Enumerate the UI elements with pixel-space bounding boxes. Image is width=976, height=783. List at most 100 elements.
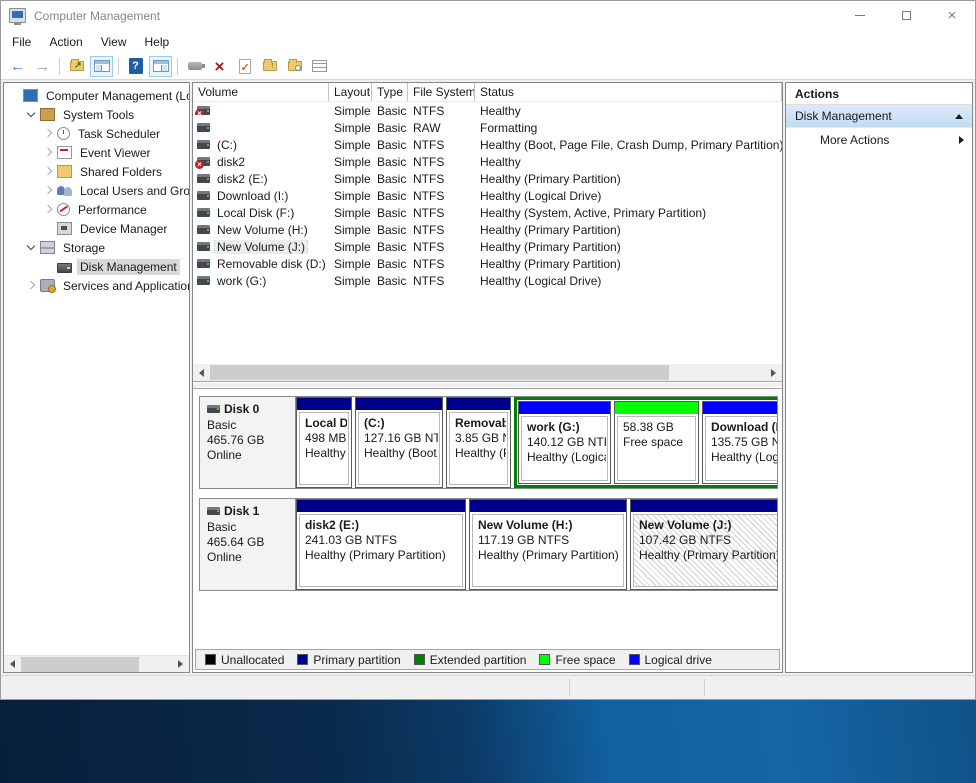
- explore-button[interactable]: [283, 56, 306, 77]
- volume-list-horizontal-scrollbar[interactable]: [193, 364, 782, 381]
- volume-name-cell: New Volume (J:): [193, 240, 329, 254]
- tree-item-label: Event Viewer: [77, 145, 153, 161]
- forward-button[interactable]: →: [31, 56, 54, 77]
- tree-item-computer-management-local[interactable]: Computer Management (Local: [4, 86, 189, 105]
- tree-item-disk-management[interactable]: Disk Management: [4, 257, 189, 276]
- actions-group-disk-management[interactable]: Disk Management: [786, 105, 972, 128]
- volume-row-new-volume-h[interactable]: New Volume (H:)SimpleBasicNTFSHealthy (P…: [193, 221, 782, 238]
- main-area: Computer Management (LocalSystem ToolsTa…: [1, 80, 975, 675]
- tree-item-device-manager[interactable]: Device Manager: [4, 219, 189, 238]
- column-header-volume[interactable]: Volume: [193, 83, 329, 101]
- chevron-right-icon[interactable]: [43, 166, 54, 177]
- legend-swatch: [629, 654, 640, 665]
- legend-item-logical-drive: Logical drive: [629, 653, 712, 667]
- volume-row-item[interactable]: SimpleBasicNTFSHealthy: [193, 102, 782, 119]
- volume-fs-cell: NTFS: [408, 274, 475, 288]
- menu-view[interactable]: View: [92, 32, 136, 52]
- scroll-left-icon[interactable]: [4, 656, 21, 673]
- action-pane-toggle-button[interactable]: [149, 56, 172, 77]
- partition-cell-removable-disk-d[interactable]: Removable disk (D:)3.85 GB NTFSHealthy (…: [446, 397, 511, 488]
- help-button[interactable]: ?: [124, 56, 147, 77]
- column-header-type[interactable]: Type: [372, 83, 408, 101]
- actions-header: Actions: [786, 83, 972, 105]
- menu-help[interactable]: Help: [136, 32, 179, 52]
- scrollbar-thumb[interactable]: [21, 657, 139, 672]
- console-tree-icon: [94, 60, 110, 72]
- export-list-button[interactable]: ↗: [65, 56, 88, 77]
- disk-header-disk-1[interactable]: Disk 1Basic465.64 GBOnline: [200, 499, 296, 590]
- volume-layout-cell: Simple: [329, 223, 372, 237]
- menu-action[interactable]: Action: [40, 32, 91, 52]
- performance-icon: [57, 203, 70, 216]
- more-actions-item[interactable]: More Actions: [786, 128, 972, 152]
- partitions-strip: disk2 (E:)241.03 GB NTFSHealthy (Primary…: [296, 499, 777, 590]
- open-button[interactable]: ↑: [258, 56, 281, 77]
- scroll-right-icon[interactable]: [172, 656, 189, 673]
- partition-cell-disk2-e[interactable]: disk2 (E:)241.03 GB NTFSHealthy (Primary…: [296, 499, 466, 590]
- partition-cell-item[interactable]: 58.38 GBFree space: [614, 401, 699, 484]
- tree-item-task-scheduler[interactable]: Task Scheduler: [4, 124, 189, 143]
- disk-error-icon: [197, 157, 210, 166]
- tree-item-local-users-and-groups[interactable]: Local Users and Groups: [4, 181, 189, 200]
- attach-vhd-button[interactable]: [183, 56, 206, 77]
- partition-status: Healthy (Logical Drive): [527, 450, 606, 465]
- console-tree: Computer Management (LocalSystem ToolsTa…: [4, 83, 189, 655]
- console-tree-toggle-button[interactable]: [90, 56, 113, 77]
- partition-info: Local Disk (F:)498 MB NTFSHealthy (Syste…: [299, 412, 349, 485]
- chevron-right-icon[interactable]: [43, 185, 54, 196]
- details-view-button[interactable]: [308, 56, 331, 77]
- volume-row-local-disk-f[interactable]: Local Disk (F:)SimpleBasicNTFSHealthy (S…: [193, 204, 782, 221]
- partition-cell-local-disk-f[interactable]: Local Disk (F:)498 MB NTFSHealthy (Syste…: [296, 397, 352, 488]
- volume-row-disk2-e[interactable]: disk2 (E:)SimpleBasicNTFSHealthy (Primar…: [193, 170, 782, 187]
- volume-row-disk2[interactable]: disk2SimpleBasicNTFSHealthy: [193, 153, 782, 170]
- scrollbar-thumb[interactable]: [210, 365, 669, 380]
- pane-splitter[interactable]: [193, 381, 782, 389]
- back-button[interactable]: ←: [6, 56, 29, 77]
- volume-name: disk2: [215, 155, 247, 169]
- tree-item-services-and-applications[interactable]: Services and Applications: [4, 276, 189, 295]
- chevron-right-icon[interactable]: [43, 204, 54, 215]
- task-scheduler-icon: [57, 127, 70, 140]
- tree-item-shared-folders[interactable]: Shared Folders: [4, 162, 189, 181]
- partition-size: 3.85 GB NTFS: [455, 431, 506, 446]
- column-header-file-system[interactable]: File System: [408, 83, 475, 101]
- maximize-button[interactable]: [883, 1, 929, 30]
- volume-name: New Volume (H:): [215, 223, 310, 237]
- partition-cell-new-volume-j[interactable]: New Volume (J:)107.42 GB NTFSHealthy (Pr…: [630, 499, 777, 590]
- volume-row-download-i[interactable]: Download (I:)SimpleBasicNTFSHealthy (Log…: [193, 187, 782, 204]
- tree-item-storage[interactable]: Storage: [4, 238, 189, 257]
- tree-item-system-tools[interactable]: System Tools: [4, 105, 189, 124]
- scroll-left-icon[interactable]: [193, 364, 210, 381]
- volume-row-item[interactable]: SimpleBasicRAWFormatting: [193, 119, 782, 136]
- partition-body: Local Disk (F:)498 MB NTFSHealthy (Syste…: [297, 410, 351, 487]
- volume-row-work-g[interactable]: work (G:)SimpleBasicNTFSHealthy (Logical…: [193, 272, 782, 289]
- tree-item-performance[interactable]: Performance: [4, 200, 189, 219]
- chevron-right-icon[interactable]: [43, 128, 54, 139]
- close-icon: ×: [948, 8, 957, 23]
- chevron-right-icon[interactable]: [26, 280, 37, 291]
- chevron-down-icon[interactable]: [26, 242, 37, 253]
- partition-cell-work-g[interactable]: work (G:)140.12 GB NTFSHealthy (Logical …: [518, 401, 611, 484]
- close-button[interactable]: ×: [929, 1, 975, 30]
- partition-cell-download-i[interactable]: Download (I:)135.75 GB NTFSHealthy (Logi…: [702, 401, 777, 484]
- tree-horizontal-scrollbar[interactable]: [4, 655, 189, 672]
- chevron-down-icon[interactable]: [26, 109, 37, 120]
- partition-cell-c[interactable]: (C:)127.16 GB NTFSHealthy (Boot, Page Fi…: [355, 397, 443, 488]
- minimize-button[interactable]: [837, 1, 883, 30]
- partition-cell-new-volume-h[interactable]: New Volume (H:)117.19 GB NTFSHealthy (Pr…: [469, 499, 627, 590]
- disk-header-disk-0[interactable]: Disk 0Basic465.76 GBOnline: [200, 397, 296, 488]
- column-header-status[interactable]: Status: [475, 83, 782, 101]
- menu-file[interactable]: File: [3, 32, 40, 52]
- volume-type-cell: Basic: [372, 104, 408, 118]
- properties-button[interactable]: [233, 56, 256, 77]
- delete-volume-button[interactable]: ×: [208, 56, 231, 77]
- event-viewer-icon: [57, 146, 72, 159]
- volume-row-removable-disk-d[interactable]: Removable disk (D:)SimpleBasicNTFSHealth…: [193, 255, 782, 272]
- disk-name: Disk 0: [224, 402, 259, 416]
- volume-row-c[interactable]: (C:)SimpleBasicNTFSHealthy (Boot, Page F…: [193, 136, 782, 153]
- tree-item-event-viewer[interactable]: Event Viewer: [4, 143, 189, 162]
- volume-row-new-volume-j[interactable]: New Volume (J:)SimpleBasicNTFSHealthy (P…: [193, 238, 782, 255]
- chevron-right-icon[interactable]: [43, 147, 54, 158]
- scroll-right-icon[interactable]: [765, 364, 782, 381]
- column-header-layout[interactable]: Layout: [329, 83, 372, 101]
